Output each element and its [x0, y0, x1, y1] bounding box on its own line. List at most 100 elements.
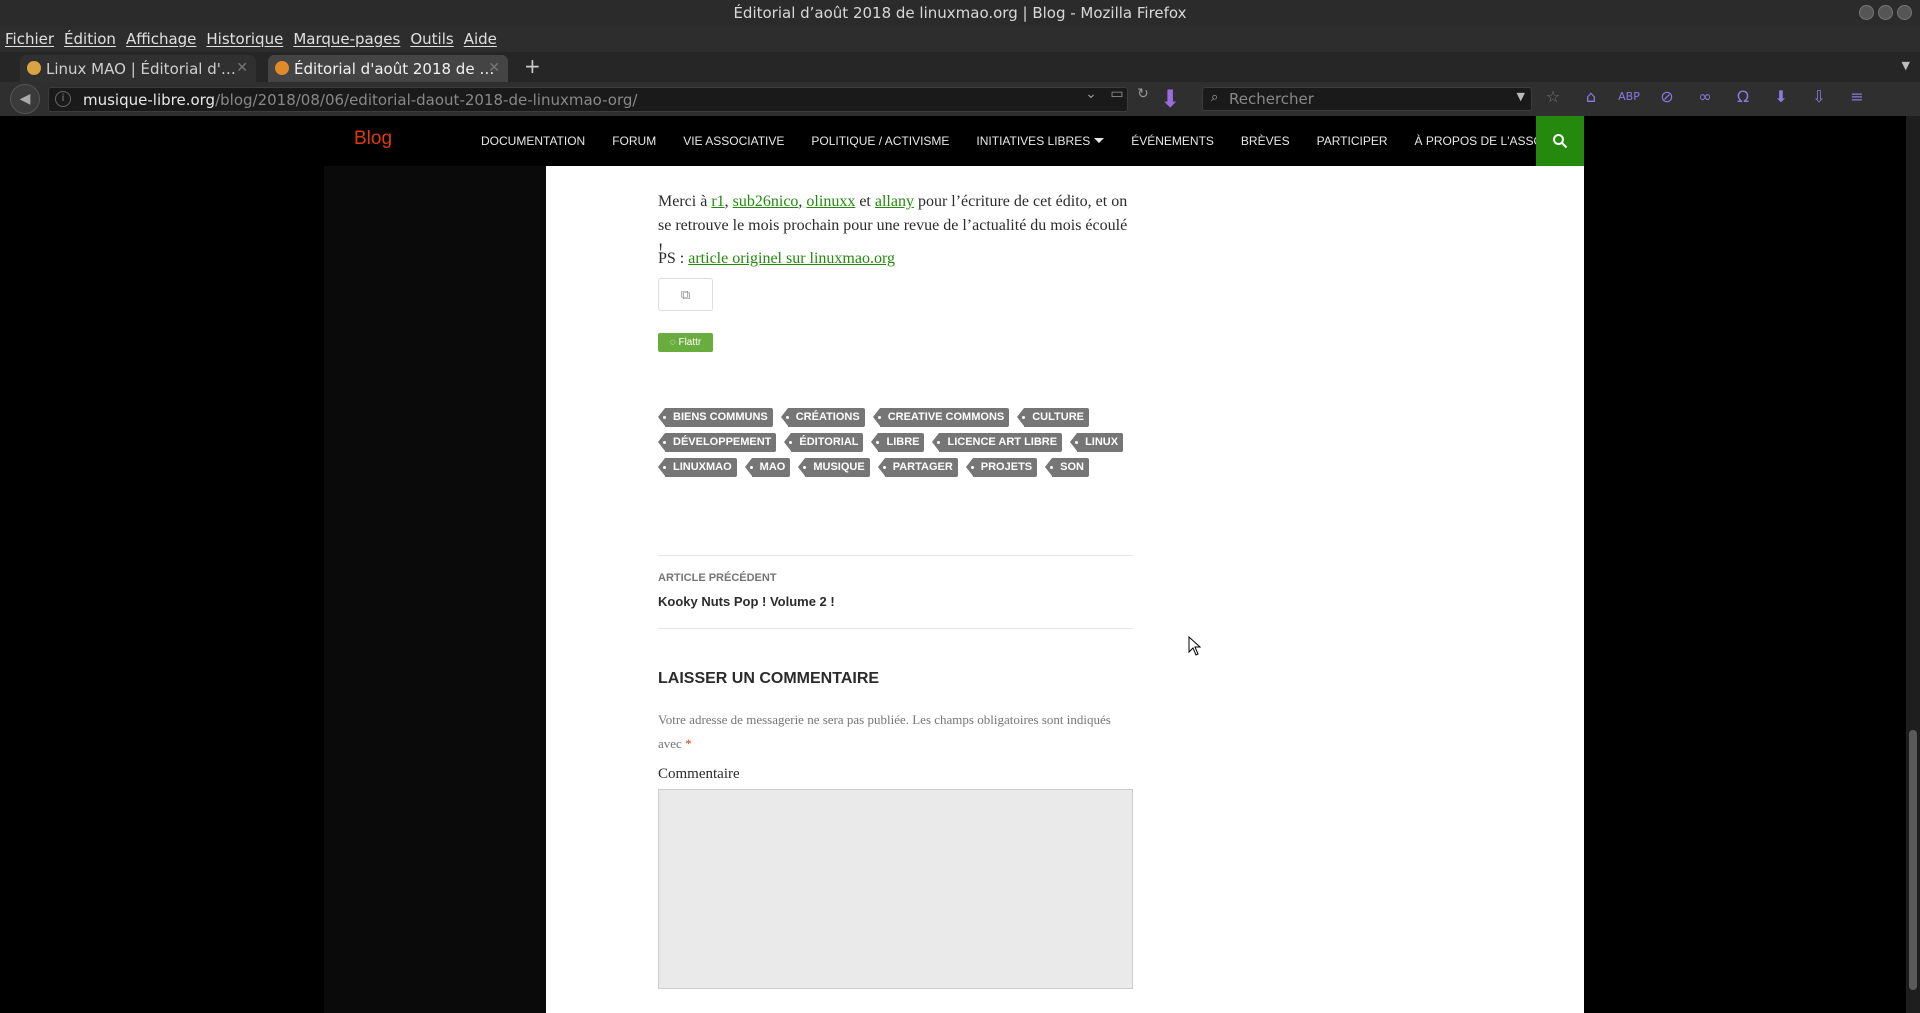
search-icon: ⌕	[1211, 90, 1219, 105]
downloads-panel-icon[interactable]: ⇩	[1806, 86, 1832, 108]
tag-link[interactable]: ÉDITORIAL	[784, 433, 864, 452]
nav-label: À PROPOS DE L'ASSO	[1414, 134, 1543, 148]
tag-link[interactable]: LIBRE	[871, 433, 925, 452]
page-scrollbar[interactable]	[1906, 116, 1920, 1013]
mouse-cursor-icon	[1188, 636, 1202, 656]
author-link-sub26nico[interactable]: sub26nico	[733, 193, 799, 210]
close-tab-icon[interactable]: ✕	[236, 60, 248, 76]
content-area: Merci à r1, sub26nico, olinuxx et allany…	[546, 166, 1584, 1013]
previous-post-link[interactable]: Kooky Nuts Pop ! Volume 2 !	[658, 594, 835, 609]
dropdown-caret-icon	[1094, 138, 1105, 143]
tag-link[interactable]: DÉVELOPPEMENT	[657, 433, 777, 452]
site-header: Blog DOCUMENTATION FORUM VIE ASSOCIATIVE…	[324, 116, 1584, 166]
maximize-button[interactable]	[1878, 5, 1893, 20]
close-tab-icon[interactable]: ✕	[488, 60, 500, 76]
tag-link[interactable]: SON	[1045, 458, 1089, 477]
new-tab-icon[interactable]: +	[524, 54, 541, 78]
back-arrow-icon: ◀	[19, 91, 31, 107]
toolbar-extensions: ☆ ⌂ ABP ⊘ ∞ Ω ⬇ ⇩ ≡	[1540, 86, 1870, 108]
extension-icon[interactable]: ⊘	[1654, 86, 1680, 108]
thanks-prefix: Merci à	[658, 193, 712, 210]
search-engine-dropdown-icon[interactable]: ▼	[1517, 90, 1525, 103]
site-title[interactable]: Blog	[354, 128, 392, 150]
search-toggle-button[interactable]	[1536, 116, 1584, 166]
url-host: musique-libre.org	[83, 91, 216, 109]
author-link-allany[interactable]: allany	[875, 193, 914, 210]
sidebar-background	[324, 166, 546, 1013]
menu-marque-pages[interactable]: Marque-pages	[293, 30, 400, 48]
back-button[interactable]: ◀	[10, 84, 40, 114]
nav-politique-activisme[interactable]: POLITIQUE / ACTIVISME	[811, 134, 949, 148]
nav-participer[interactable]: PARTICIPER	[1317, 134, 1388, 148]
required-mark: *	[685, 736, 692, 751]
site-favicon-icon	[275, 61, 289, 75]
tag-list: BIENS COMMUNS CRÉATIONS CREATIVE COMMONS…	[657, 408, 1133, 483]
tag-link[interactable]: LINUXMAO	[658, 458, 737, 477]
window-title: Éditorial d’août 2018 de linuxmao.org | …	[733, 4, 1187, 22]
original-article-link[interactable]: article originel sur linuxmao.org	[688, 250, 895, 267]
nav-breves[interactable]: BRÈVES	[1241, 134, 1290, 148]
tag-link[interactable]: MAO	[744, 458, 791, 477]
nav-initiatives-libres[interactable]: INITIATIVES LIBRES	[976, 134, 1105, 148]
download-icon[interactable]: ⬇	[1768, 86, 1794, 108]
bookmark-star-icon[interactable]: ☆	[1540, 86, 1566, 108]
reload-icon[interactable]: ↻	[1134, 85, 1152, 103]
nav-documentation[interactable]: DOCUMENTATION	[481, 134, 585, 148]
tag-link[interactable]: BIENS COMMUNS	[658, 408, 773, 427]
nav-evenements[interactable]: ÉVÉNEMENTS	[1131, 134, 1214, 148]
search-icon	[1553, 133, 1568, 148]
tag-link[interactable]: LICENCE ART LIBRE	[932, 433, 1063, 452]
author-link-olinuxx[interactable]: olinuxx	[806, 193, 855, 210]
menu-historique[interactable]: Historique	[206, 30, 283, 48]
url-text[interactable]: musique-libre.org/blog/2018/08/06/editor…	[83, 91, 637, 109]
tab-label: Éditorial d'août 2018 de …	[294, 59, 495, 78]
close-window-button[interactable]	[1897, 5, 1912, 20]
reader-view-icon[interactable]: ▭	[1108, 85, 1126, 103]
menu-edition[interactable]: Édition	[64, 30, 116, 48]
history-dropdown-icon[interactable]: ⌄	[1082, 85, 1100, 103]
menu-bar: Fichier Édition Affichage Historique Mar…	[0, 26, 1920, 52]
menu-fichier[interactable]: Fichier	[5, 30, 54, 48]
tag-link[interactable]: PROJETS	[965, 458, 1038, 477]
url-actions: ⌄ ▭ ↻	[1082, 85, 1152, 103]
tux-favicon-icon	[27, 61, 41, 75]
flattr-button[interactable]: ◌ Flattr	[658, 333, 713, 352]
search-bar[interactable]: ⌕ Rechercher ▼	[1202, 87, 1532, 111]
external-link-icon: ⧉	[680, 287, 691, 302]
home-icon[interactable]: ⌂	[1578, 86, 1604, 108]
nav-vie-associative[interactable]: VIE ASSOCIATIVE	[683, 134, 784, 148]
search-placeholder: Rechercher	[1229, 90, 1314, 108]
mask-icon[interactable]: ∞	[1692, 86, 1718, 108]
site-info-icon[interactable]: i	[55, 91, 71, 107]
reply-title: LAISSER UN COMMENTAIRE	[658, 670, 880, 687]
menu-outils[interactable]: Outils	[410, 30, 453, 48]
author-link-r1[interactable]: r1	[711, 193, 724, 210]
share-button[interactable]: ⧉	[658, 278, 713, 311]
tag-link[interactable]: CREATIVE COMMONS	[872, 408, 1010, 427]
url-bar[interactable]: i musique-libre.org/blog/2018/08/06/edit…	[48, 87, 1128, 112]
comment-textarea[interactable]	[658, 789, 1133, 989]
menu-aide[interactable]: Aide	[464, 30, 497, 48]
adblock-icon[interactable]: ABP	[1616, 86, 1642, 108]
ps-paragraph: PS : article originel sur linuxmao.org	[658, 250, 895, 268]
url-path: /blog/2018/08/06/editorial-daout-2018-de…	[215, 91, 638, 109]
tab-linux-mao[interactable]: Linux MAO | Éditorial d'… ✕	[20, 55, 256, 82]
post-navigation: ARTICLE PRÉCÉDENT Kooky Nuts Pop ! Volum…	[658, 555, 1133, 629]
ps-prefix: PS :	[658, 250, 689, 267]
tag-link[interactable]: MUSIQUE	[798, 458, 870, 477]
tab-editorial[interactable]: Éditorial d'août 2018 de … ✕	[268, 55, 508, 82]
tab-list-chevron-icon[interactable]: ▼	[1902, 59, 1910, 72]
scrollbar-thumb[interactable]	[1909, 730, 1917, 990]
tag-link[interactable]: LINUX	[1070, 433, 1124, 452]
download-arrow-icon[interactable]: ⬇	[1160, 85, 1180, 113]
nav-forum[interactable]: FORUM	[612, 134, 656, 148]
separator: et	[855, 193, 875, 210]
tag-link[interactable]: CULTURE	[1017, 408, 1089, 427]
menu-affichage[interactable]: Affichage	[126, 30, 196, 48]
headphones-icon[interactable]: Ω	[1730, 86, 1756, 108]
hamburger-menu-icon[interactable]: ≡	[1844, 86, 1870, 108]
tag-link[interactable]: PARTAGER	[877, 458, 958, 477]
minimize-button[interactable]	[1859, 5, 1874, 20]
comment-label: Commentaire	[658, 766, 740, 782]
tag-link[interactable]: CRÉATIONS	[780, 408, 865, 427]
